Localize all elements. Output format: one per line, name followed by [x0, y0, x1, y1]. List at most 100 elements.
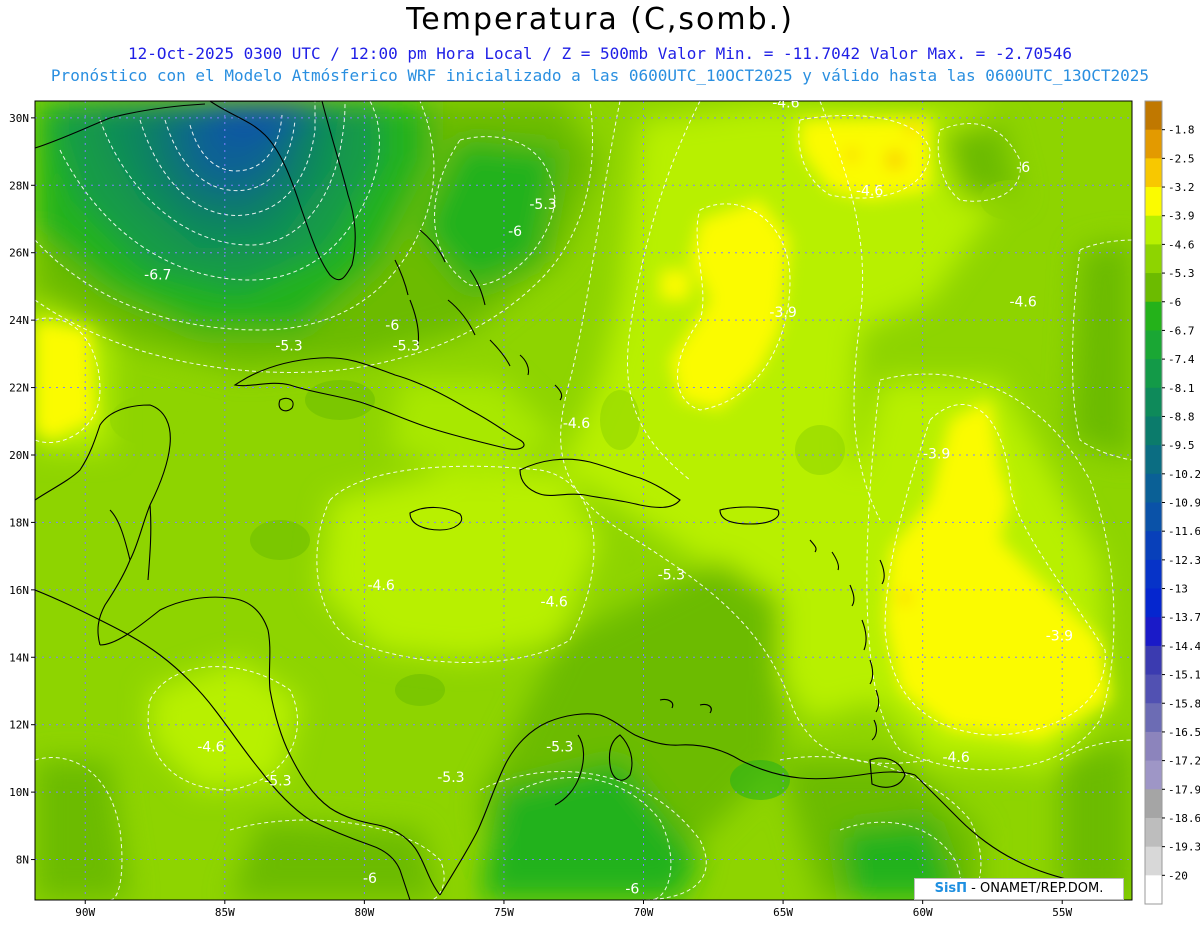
contour-label: -4.6 — [367, 578, 394, 594]
colorbar-label: -9.5 — [1168, 439, 1195, 452]
lat-tick-label: 20N — [9, 449, 29, 462]
lat-tick-label: 22N — [9, 382, 29, 395]
contour-label: -5.3 — [275, 338, 302, 354]
lat-tick-label: 12N — [9, 719, 29, 732]
lon-tick-label: 65W — [773, 906, 793, 919]
colorbar-label: -20 — [1168, 869, 1188, 882]
colorbar-swatch — [1145, 445, 1162, 475]
colorbar-label: -6.7 — [1168, 324, 1195, 337]
colorbar-swatch — [1145, 846, 1162, 876]
colorbar-label: -7.4 — [1168, 353, 1195, 366]
lon-tick-label: 60W — [913, 906, 933, 919]
lat-tick-label: 16N — [9, 584, 29, 597]
colorbar-label: -17.9 — [1168, 783, 1200, 796]
colorbar-label: -19.3 — [1168, 841, 1200, 854]
lon-tick-label: 85W — [215, 906, 235, 919]
contour-label: -5.3 — [529, 197, 556, 213]
contour-label: -4.6 — [856, 183, 883, 199]
colorbar-label: -10.2 — [1168, 468, 1200, 481]
credit-badge: SisΠ - ONAMET/REP.DOM. — [914, 878, 1124, 900]
colorbar-label: -3.9 — [1168, 210, 1195, 223]
colorbar-swatch — [1145, 617, 1162, 647]
colorbar-label: -13 — [1168, 583, 1188, 596]
color-scale-bar: -1.8 -2.5 -3.2 -3.9 -4.6 -5.3 -6 -6.7 -7.4 -8.1 -8… — [1144, 100, 1200, 905]
colorbar-label: -4.6 — [1168, 238, 1195, 251]
colorbar-swatch — [1145, 703, 1162, 733]
contour-label: -5.3 — [437, 770, 464, 786]
colorbar-swatch — [1145, 731, 1162, 762]
contour-label: -3.9 — [923, 446, 950, 462]
sispi-logo: SisΠ — [934, 881, 968, 896]
colorbar-label: -14.4 — [1168, 640, 1200, 653]
contour-label: -6 — [625, 881, 639, 897]
colorbar-label: -15.1 — [1168, 669, 1200, 682]
contour-label: -4.6 — [197, 740, 224, 756]
temperature-field — [35, 101, 1132, 900]
colorbar-swatch — [1145, 817, 1162, 848]
colorbar-label: -6 — [1168, 296, 1181, 309]
colorbar-label: -2.5 — [1168, 152, 1195, 165]
lon-tick-label: 70W — [634, 906, 654, 919]
colorbar-swatch — [1145, 215, 1162, 245]
lat-tick-label: 14N — [9, 651, 29, 664]
colorbar-label: -5.3 — [1168, 267, 1195, 280]
contour-label: -4.6 — [563, 416, 590, 432]
contour-label: -3.9 — [1046, 628, 1073, 644]
colorbar-label: -3.2 — [1168, 181, 1195, 194]
colorbar-swatch — [1145, 674, 1162, 704]
lon-tick-label: 90W — [75, 906, 95, 919]
temperature-map: 30N 28N 26N 24N 22N 20N 18N 16N 14N 12N 10N 8N 90W 8… — [9, 96, 1200, 919]
colorbar-swatch — [1145, 559, 1162, 590]
colorbar-label: -13.7 — [1168, 611, 1200, 624]
lon-tick-label: 75W — [494, 906, 514, 919]
colorbar-swatch — [1145, 301, 1162, 331]
colorbar-swatch — [1145, 101, 1162, 131]
contour-label: -6 — [508, 224, 522, 240]
contour-label: -6.7 — [144, 268, 171, 284]
lon-tick-label: 55W — [1052, 906, 1072, 919]
colorbar-swatch — [1145, 531, 1162, 561]
colorbar-swatch — [1145, 330, 1162, 360]
lat-tick-label: 24N — [9, 314, 29, 327]
colorbar-label: -17.2 — [1168, 755, 1200, 768]
contour-label: -5.3 — [658, 568, 685, 584]
lat-tick-label: 18N — [9, 516, 29, 529]
colorbar-label: -18.6 — [1168, 812, 1200, 825]
colorbar-label: -8.8 — [1168, 410, 1195, 423]
credit-text: - ONAMET/REP.DOM. — [967, 881, 1104, 896]
colorbar-swatch — [1145, 760, 1162, 790]
colorbar-swatch — [1145, 273, 1162, 303]
colorbar-label: -12.3 — [1168, 554, 1200, 567]
colorbar-swatch — [1145, 588, 1162, 618]
contour-label: -5.3 — [393, 338, 420, 354]
colorbar-swatch — [1145, 387, 1162, 417]
colorbar-swatch — [1145, 359, 1162, 389]
colorbar-swatch — [1145, 645, 1162, 676]
contour-label: -5.3 — [264, 773, 291, 789]
colorbar-swatch — [1145, 875, 1162, 905]
colorbar-swatch — [1145, 244, 1162, 274]
colorbar-label: -8.1 — [1168, 382, 1195, 395]
contour-label: -4.6 — [1009, 295, 1036, 311]
colorbar-swatch — [1145, 416, 1162, 446]
colorbar-swatch — [1145, 473, 1162, 503]
colorbar-swatch — [1145, 502, 1162, 532]
contour-label: -3.9 — [769, 305, 796, 321]
contour-label: -4.6 — [942, 750, 969, 766]
colorbar-swatch — [1145, 187, 1162, 217]
colorbar-label: -16.5 — [1168, 726, 1200, 739]
contour-label: -4.6 — [772, 96, 799, 112]
contour-label: -6 — [363, 871, 377, 887]
lat-tick-label: 8N — [16, 854, 29, 867]
lat-tick-label: 10N — [9, 786, 29, 799]
colorbar-swatch — [1145, 129, 1162, 159]
contour-label: -6 — [1016, 160, 1030, 176]
lat-tick-label: 30N — [9, 112, 29, 125]
contour-label: -4.6 — [541, 595, 568, 611]
colorbar-swatch — [1145, 158, 1162, 188]
latitude-axis: 30N 28N 26N 24N 22N 20N 18N 16N 14N 12N 10N 8N — [9, 112, 35, 867]
colorbar-swatch — [1145, 789, 1162, 819]
lon-tick-label: 80W — [354, 906, 374, 919]
colorbar-label: -11.6 — [1168, 525, 1200, 538]
colorbar-label: -15.8 — [1168, 697, 1200, 710]
